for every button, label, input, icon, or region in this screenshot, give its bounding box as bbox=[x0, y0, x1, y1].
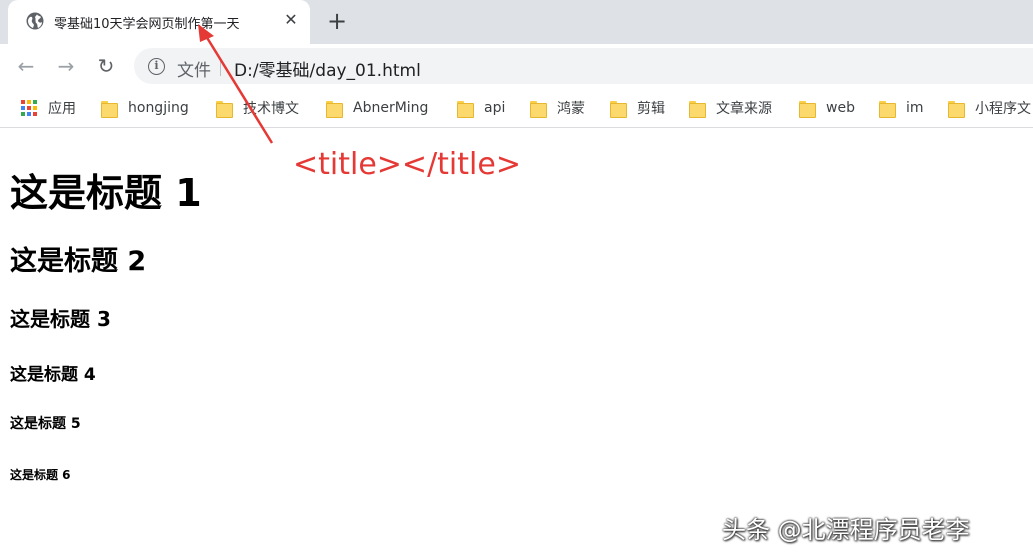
bookmark-folder[interactable]: 鸿蒙 bbox=[530, 98, 585, 118]
folder-icon bbox=[101, 100, 118, 118]
apps-grid-icon bbox=[21, 100, 37, 116]
globe-icon bbox=[26, 12, 44, 30]
bookmark-label: im bbox=[906, 100, 924, 116]
bookmark-label: AbnerMing bbox=[353, 100, 429, 116]
folder-icon bbox=[948, 100, 965, 118]
bookmark-label: 小程序文 bbox=[975, 101, 1031, 117]
bookmark-folder[interactable]: 小程序文 bbox=[948, 98, 1031, 118]
bookmark-folder[interactable]: 技术博文 bbox=[216, 98, 299, 118]
folder-icon bbox=[799, 100, 816, 118]
bookmark-apps[interactable]: 应用 bbox=[21, 98, 76, 118]
bookmark-folder[interactable]: web bbox=[799, 98, 855, 118]
bookmark-label: 剪辑 bbox=[637, 101, 665, 117]
folder-icon bbox=[216, 100, 233, 118]
browser-tab[interactable]: 零基础10天学会网页制作第一天 ✕ bbox=[8, 0, 310, 44]
heading-5: 这是标题 5 bbox=[10, 416, 81, 432]
forward-arrow-icon[interactable]: → bbox=[52, 52, 80, 80]
tab-strip: 零基础10天学会网页制作第一天 ✕ + bbox=[0, 0, 1033, 44]
omnibox-scheme-label: 文件 bbox=[177, 61, 211, 81]
folder-icon bbox=[689, 100, 706, 118]
bookmark-label: 应用 bbox=[48, 101, 76, 117]
heading-3: 这是标题 3 bbox=[10, 307, 111, 331]
reload-icon[interactable]: ↻ bbox=[92, 52, 120, 80]
folder-icon bbox=[326, 100, 343, 118]
bookmark-label: 技术博文 bbox=[243, 101, 299, 117]
heading-1: 这是标题 1 bbox=[10, 171, 202, 215]
browser-toolbar: ← → ↻ i 文件 D:/零基础/day_01.html bbox=[0, 44, 1033, 88]
close-icon[interactable]: ✕ bbox=[282, 11, 300, 29]
url-text[interactable]: D:/零基础/day_01.html bbox=[234, 56, 421, 81]
bookmark-label: 鸿蒙 bbox=[557, 101, 585, 117]
bookmark-label: web bbox=[826, 100, 855, 116]
page-content: 这是标题 1 这是标题 2 这是标题 3 这是标题 4 这是标题 5 这是标题 … bbox=[0, 129, 1033, 554]
heading-2: 这是标题 2 bbox=[10, 246, 147, 277]
folder-icon bbox=[879, 100, 896, 118]
info-icon[interactable]: i bbox=[148, 58, 165, 75]
heading-6: 这是标题 6 bbox=[10, 468, 71, 482]
bookmark-folder[interactable]: 文章来源 bbox=[689, 98, 772, 118]
folder-icon bbox=[530, 100, 547, 118]
tab-title: 零基础10天学会网页制作第一天 bbox=[54, 17, 240, 32]
folder-icon bbox=[457, 100, 474, 118]
bookmark-folder[interactable]: hongjing bbox=[101, 98, 189, 118]
omnibox-separator bbox=[220, 58, 221, 76]
bookmark-label: hongjing bbox=[128, 100, 189, 116]
folder-icon bbox=[610, 100, 627, 118]
bookmark-folder[interactable]: im bbox=[879, 98, 924, 118]
watermark: 头条 @北漂程序员老李 bbox=[722, 516, 970, 544]
heading-4: 这是标题 4 bbox=[10, 365, 96, 385]
bookmarks-bar: 应用 hongjing 技术博文 AbnerMing api 鸿蒙 剪辑 文章来… bbox=[0, 88, 1033, 128]
bookmark-label: 文章来源 bbox=[716, 101, 772, 117]
bookmark-folder[interactable]: api bbox=[457, 98, 505, 118]
bookmark-folder[interactable]: 剪辑 bbox=[610, 98, 665, 118]
back-arrow-icon[interactable]: ← bbox=[12, 52, 40, 80]
address-bar[interactable]: i 文件 D:/零基础/day_01.html bbox=[134, 48, 1033, 84]
bookmark-folder[interactable]: AbnerMing bbox=[326, 98, 428, 118]
bookmark-label: api bbox=[484, 100, 506, 116]
new-tab-button[interactable]: + bbox=[324, 9, 350, 35]
annotation-title-tag: <title></title> bbox=[293, 147, 521, 182]
